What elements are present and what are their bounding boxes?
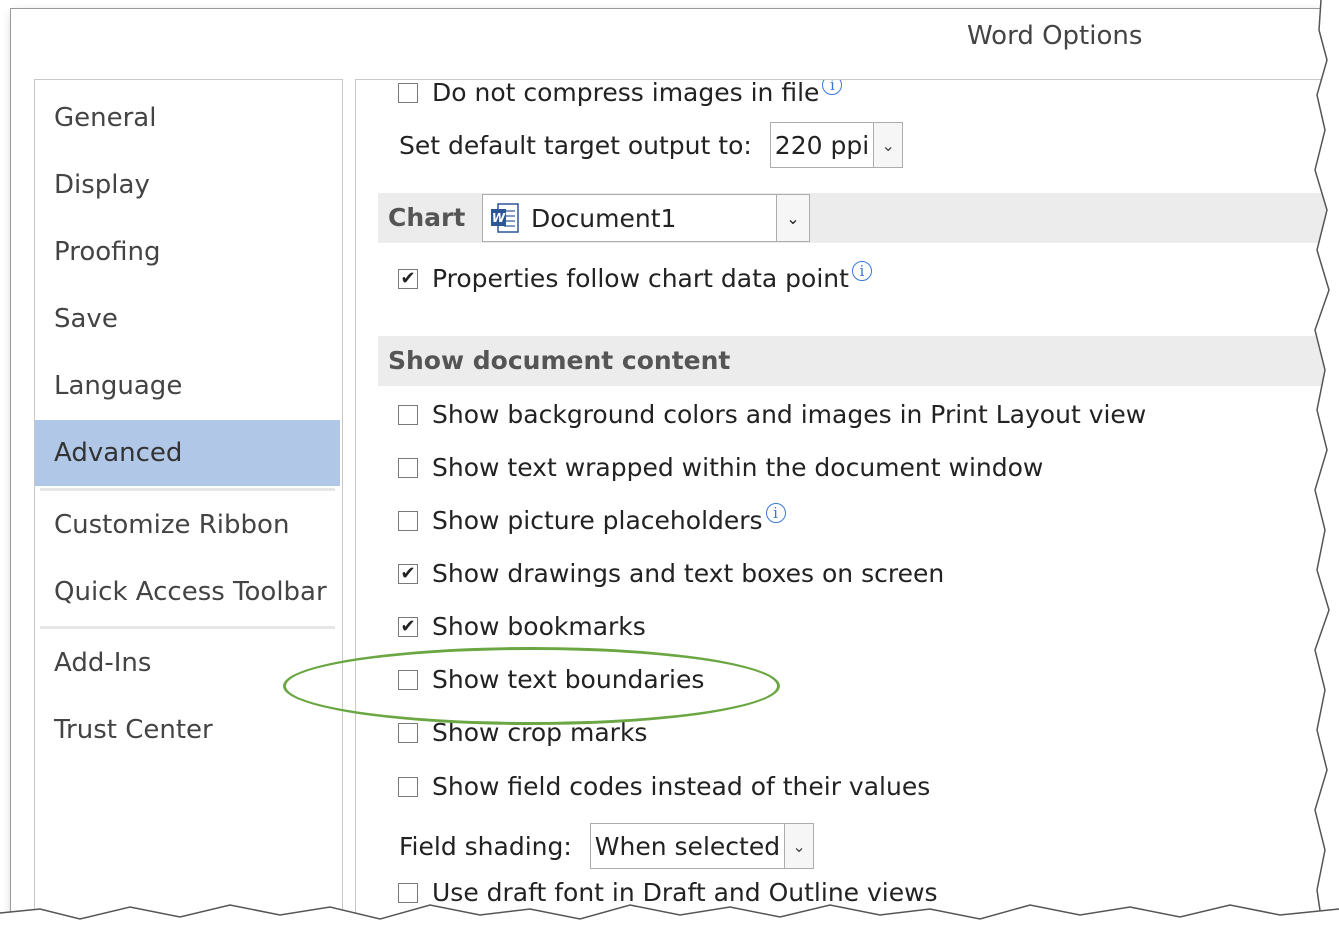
option-row[interactable]: Show crop marks xyxy=(398,718,647,747)
no-compress-checkbox[interactable] xyxy=(398,82,418,103)
target-output-select[interactable]: 220 ppi ⌄ xyxy=(769,122,904,168)
option-label: Show drawings and text boxes on screen xyxy=(432,559,945,588)
field-shading-row: Field shading: When selected ⌄ xyxy=(399,823,815,869)
option-label: Show bookmarks xyxy=(432,612,646,641)
show-text-wrapped-checkbox[interactable] xyxy=(398,457,418,478)
chevron-down-icon[interactable]: ⌄ xyxy=(873,123,903,167)
dialog-title: Word Options xyxy=(967,21,1143,51)
nav-proofing[interactable]: Proofing xyxy=(35,219,340,285)
word-document-icon: W xyxy=(489,202,521,234)
show-drawings-checkbox[interactable] xyxy=(398,563,418,584)
chevron-down-icon[interactable]: ⌄ xyxy=(784,824,814,868)
nav-quick-access-toolbar[interactable]: Quick Access Toolbar xyxy=(35,559,340,625)
chevron-down-icon[interactable]: ⌄ xyxy=(776,195,809,241)
nav-divider xyxy=(40,488,335,491)
option-row[interactable]: Show text wrapped within the document wi… xyxy=(398,453,1043,482)
torn-edge-right xyxy=(1314,0,1339,931)
show-text-boundaries-checkbox[interactable] xyxy=(398,669,418,690)
svg-text:W: W xyxy=(492,211,506,225)
show-content-section-label: Show document content xyxy=(388,346,731,375)
option-row[interactable]: Show drawings and text boxes on screen xyxy=(398,559,944,588)
show-field-codes-checkbox[interactable] xyxy=(398,776,418,797)
show-picture-placeholders-checkbox[interactable] xyxy=(398,510,418,531)
properties-follow-label: Properties follow chart data point xyxy=(432,264,849,293)
info-icon: i xyxy=(822,80,843,95)
properties-follow-row[interactable]: Properties follow chart data point i xyxy=(398,260,872,293)
chart-section-label: Chart xyxy=(388,203,466,232)
nav-trust-center[interactable]: Trust Center xyxy=(35,697,340,763)
option-label: Show background colors and images in Pri… xyxy=(432,400,1147,429)
option-label: Show crop marks xyxy=(432,718,648,747)
nav-customize-ribbon[interactable]: Customize Ribbon xyxy=(35,492,340,558)
torn-edge-bottom xyxy=(0,904,1339,931)
field-shading-label: Field shading: xyxy=(399,831,572,861)
nav-add-ins[interactable]: Add-Ins xyxy=(35,630,340,696)
target-output-row: Set default target output to: 220 ppi ⌄ xyxy=(399,122,904,168)
chart-document-select[interactable]: W Document1 ⌄ xyxy=(482,194,810,242)
option-row[interactable]: Show text boundaries xyxy=(398,665,704,694)
option-row[interactable]: Show bookmarks xyxy=(398,612,646,641)
show-background-checkbox[interactable] xyxy=(398,404,418,425)
field-shading-value: When selected xyxy=(594,831,781,861)
option-label: Show text boundaries xyxy=(432,665,705,694)
option-label: Show picture placeholders xyxy=(432,506,763,535)
no-compress-row[interactable]: Do not compress images in file i xyxy=(398,79,843,107)
show-bookmarks-checkbox[interactable] xyxy=(398,616,418,637)
options-nav: General Display Proofing Save Language A… xyxy=(34,79,343,924)
nav-save[interactable]: Save xyxy=(35,286,340,352)
option-row[interactable]: Show picture placeholders i xyxy=(398,502,786,535)
target-output-value: 220 ppi xyxy=(774,130,870,160)
word-options-dialog: Word Options General Display Proofing Sa… xyxy=(10,8,1332,925)
advanced-options-panel: Do not compress images in file i Set def… xyxy=(355,79,1331,924)
show-content-section-header: Show document content xyxy=(378,336,1331,386)
nav-general[interactable]: General xyxy=(35,85,340,151)
nav-advanced[interactable]: Advanced xyxy=(35,420,340,486)
chart-document-value: Document1 xyxy=(531,203,677,233)
nav-display[interactable]: Display xyxy=(35,152,340,218)
option-row[interactable]: Show field codes instead of their values xyxy=(398,772,930,801)
title-bar: Word Options xyxy=(11,9,1331,69)
option-label: Show field codes instead of their values xyxy=(432,772,931,801)
option-row[interactable]: Show background colors and images in Pri… xyxy=(398,400,1146,429)
info-icon: i xyxy=(765,502,786,523)
nav-language[interactable]: Language xyxy=(35,353,340,419)
show-crop-marks-checkbox[interactable] xyxy=(398,722,418,743)
no-compress-label: Do not compress images in file xyxy=(432,79,820,107)
info-icon: i xyxy=(851,260,872,281)
nav-divider xyxy=(40,626,335,629)
properties-follow-checkbox[interactable] xyxy=(398,268,418,289)
option-label: Show text wrapped within the document wi… xyxy=(432,453,1044,482)
field-shading-select[interactable]: When selected ⌄ xyxy=(589,823,815,869)
target-output-label: Set default target output to: xyxy=(399,130,752,160)
